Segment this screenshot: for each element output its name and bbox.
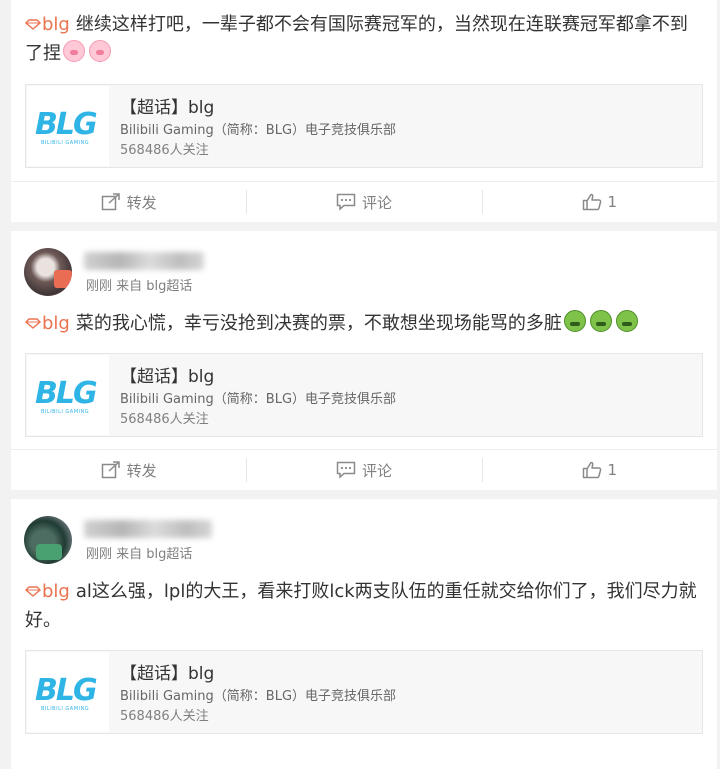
post-body: 菜的我心慌，幸亏没抢到决赛的票，不敢想坐现场能骂的多脏: [75, 313, 562, 334]
comment-icon: [336, 193, 356, 211]
post-card: blg 继续这样打吧，一辈子都不会有国际赛冠军的，当然现在连联赛冠军都拿不到了捏 …: [11, 0, 717, 222]
comment-button[interactable]: 评论: [246, 182, 481, 222]
repost-label: 转发: [126, 193, 157, 212]
topic-card[interactable]: BLG BILIBILI GAMING 【超话】blg Bilibili Gam…: [25, 84, 703, 168]
topic-card-title: 【超话】blg: [120, 98, 215, 118]
topic-card-desc: Bilibili Gaming（简称：BLG）电子竞技俱乐部: [120, 123, 397, 138]
logo-sub: BILIBILI GAMING: [41, 706, 90, 712]
repost-button[interactable]: 转发: [11, 182, 246, 222]
topic-tag[interactable]: blg: [25, 313, 76, 334]
comment-label: 评论: [361, 461, 392, 480]
post-card: 刚刚 来自 blg超话 blg 菜的我心慌，幸亏没抢到决赛的票，不敢想坐现场能骂的…: [11, 231, 717, 490]
username-blurred[interactable]: [84, 252, 204, 270]
avatar[interactable]: [24, 248, 72, 296]
repost-button[interactable]: 转发: [11, 450, 246, 490]
logo-mark: BLG: [35, 673, 98, 708]
logo-sub: BILIBILI GAMING: [41, 409, 90, 415]
comment-icon: [336, 461, 356, 479]
post-body: 继续这样打吧，一辈子都不会有国际赛冠军的，当然现在连联赛冠军都拿不到了捏: [25, 14, 688, 64]
diamond-icon: [25, 19, 41, 30]
post-text: blg al这么强，lpl的大王，看来打败lck两支队伍的重任就交给你们了，我们尽…: [25, 577, 703, 635]
post-text: blg 菜的我心慌，幸亏没抢到决赛的票，不敢想坐现场能骂的多脏: [25, 309, 703, 338]
blg-logo: BLG BILIBILI GAMING: [27, 652, 109, 732]
topic-card[interactable]: BLG BILIBILI GAMING 【超话】blg Bilibili Gam…: [25, 353, 703, 437]
like-button[interactable]: 1: [481, 450, 717, 490]
like-icon: [582, 193, 601, 211]
topic-tag[interactable]: blg: [25, 14, 76, 35]
repost-icon: [101, 461, 120, 479]
topic-card-followers: 568486人关注: [120, 412, 209, 427]
post-body: al这么强，lpl的大王，看来打败lck两支队伍的重任就交给你们了，我们尽力就好…: [25, 581, 697, 631]
post-text: blg 继续这样打吧，一辈子都不会有国际赛冠军的，当然现在连联赛冠军都拿不到了捏: [25, 10, 703, 68]
post-card: 刚刚 来自 blg超话 blg al这么强，lpl的大王，看来打败lck两支队伍的…: [11, 499, 717, 769]
like-count: 1: [607, 461, 618, 479]
topic-card[interactable]: BLG BILIBILI GAMING 【超话】blg Bilibili Gam…: [25, 650, 703, 734]
pig-emoji-icon: [63, 40, 85, 62]
action-bar: 转发 评论 1: [11, 449, 717, 490]
repost-icon: [101, 193, 120, 211]
topic-card-desc: Bilibili Gaming（简称：BLG）电子竞技俱乐部: [120, 689, 397, 704]
sick-emoji-icon: [615, 310, 638, 332]
like-count: 1: [607, 193, 618, 211]
comment-label: 评论: [361, 193, 392, 212]
weibo-feed: blg 继续这样打吧，一辈子都不会有国际赛冠军的，当然现在连联赛冠军都拿不到了捏 …: [0, 0, 720, 769]
blg-logo: BLG BILIBILI GAMING: [27, 86, 109, 166]
topic-card-title: 【超话】blg: [120, 664, 215, 684]
blg-logo: BLG BILIBILI GAMING: [27, 355, 109, 435]
topic-card-followers: 568486人关注: [120, 709, 209, 724]
topic-tag[interactable]: blg: [25, 581, 76, 602]
action-bar: 转发 评论 1: [11, 181, 717, 222]
username-blurred[interactable]: [84, 520, 212, 538]
topic-card-followers: 568486人关注: [120, 143, 209, 158]
like-icon: [582, 461, 601, 479]
logo-sub: BILIBILI GAMING: [41, 140, 90, 146]
post-meta: 刚刚 来自 blg超话: [86, 279, 193, 294]
like-button[interactable]: 1: [481, 182, 717, 222]
diamond-icon: [25, 318, 41, 329]
logo-mark: BLG: [35, 376, 98, 411]
sick-emoji-icon: [589, 310, 612, 332]
repost-label: 转发: [126, 461, 157, 480]
sick-emoji-icon: [563, 310, 586, 332]
diamond-icon: [25, 586, 41, 597]
avatar[interactable]: [24, 516, 72, 564]
topic-card-title: 【超话】blg: [120, 367, 215, 387]
post-meta: 刚刚 来自 blg超话: [86, 547, 193, 562]
comment-button[interactable]: 评论: [246, 450, 481, 490]
pig-emoji-icon: [89, 40, 111, 62]
topic-card-desc: Bilibili Gaming（简称：BLG）电子竞技俱乐部: [120, 392, 397, 407]
logo-mark: BLG: [35, 107, 98, 142]
